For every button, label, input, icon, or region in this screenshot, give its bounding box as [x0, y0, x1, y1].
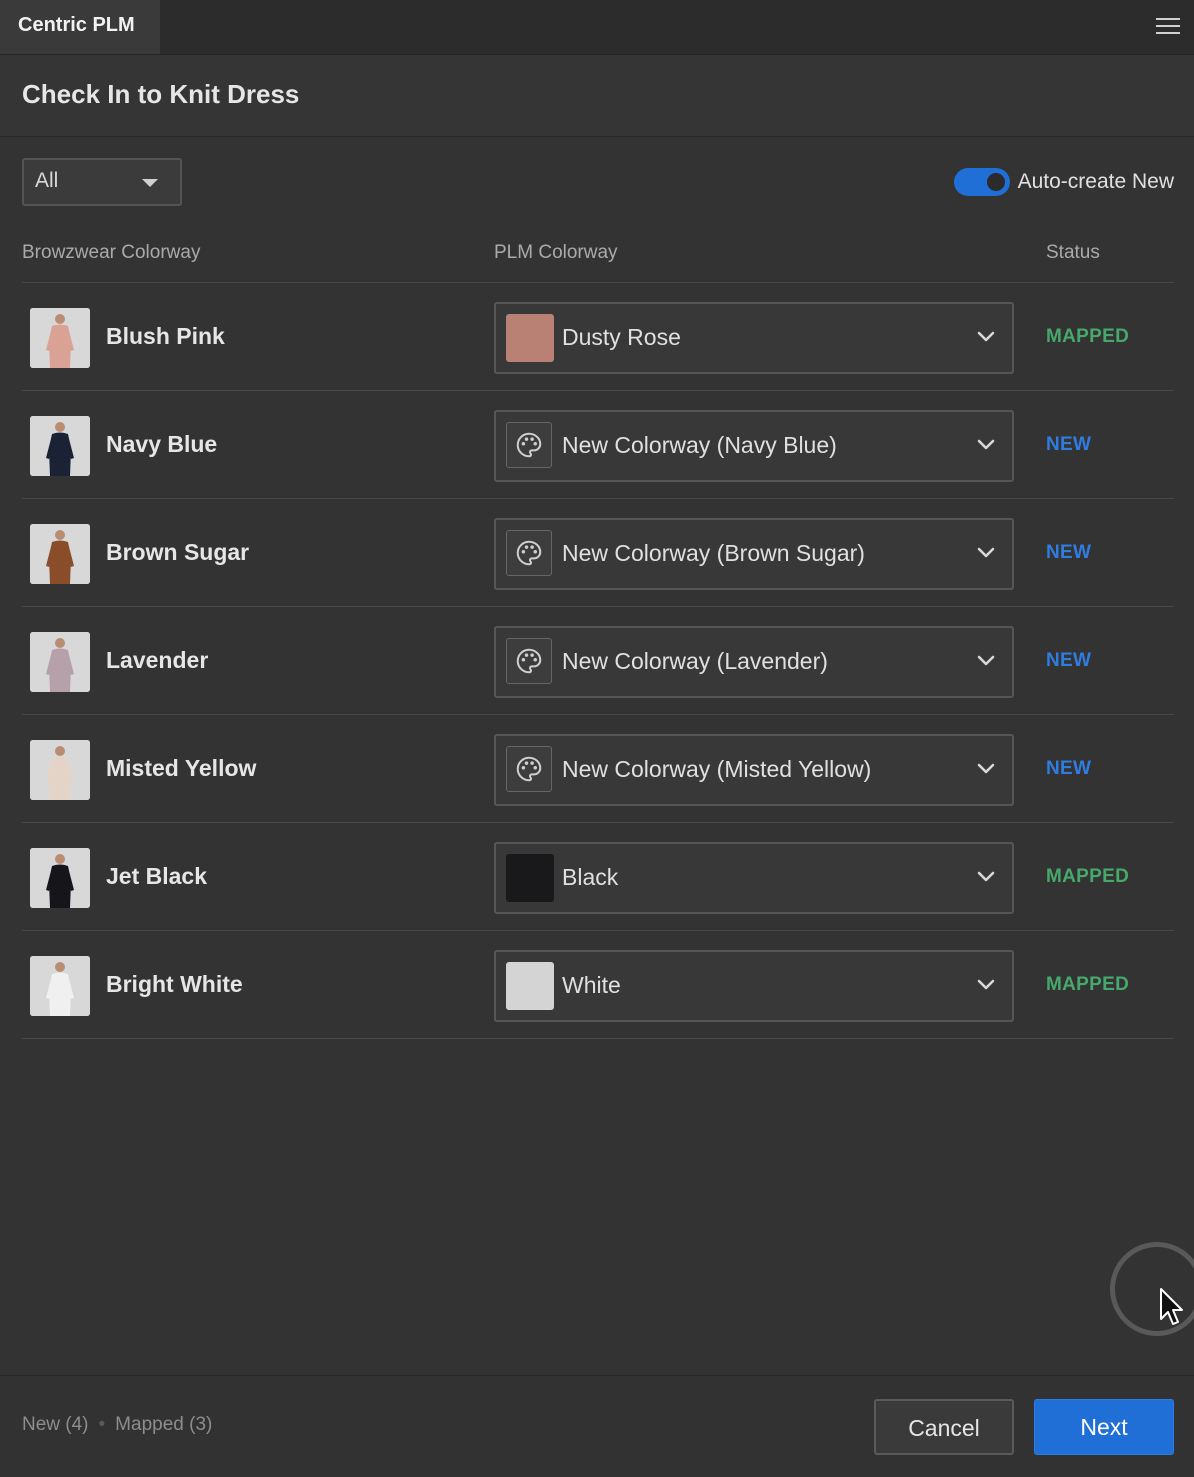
plm-colorway-value: New Colorway (Brown Sugar)	[562, 540, 865, 566]
plm-colorway-dropdown[interactable]: New Colorway (Navy Blue)	[494, 410, 1014, 482]
plm-colorway-value: New Colorway (Navy Blue)	[562, 432, 837, 458]
status-badge: MAPPED	[1046, 326, 1130, 347]
column-header-browzwear: Browzwear Colorway	[22, 242, 201, 263]
plm-colorway-value: Dusty Rose	[562, 324, 681, 350]
colorway-table: Blush Pink Dusty Rose MAPPED Navy Blue N…	[22, 283, 1174, 1039]
chevron-down-icon	[976, 654, 996, 668]
browzwear-colorway-name: Blush Pink	[106, 323, 225, 349]
dialog-footer: New (4) • Mapped (3) Cancel Next	[0, 1375, 1194, 1477]
table-row: Navy Blue New Colorway (Navy Blue) NEW	[22, 391, 1174, 499]
table-row: Lavender New Colorway (Lavender) NEW	[22, 607, 1174, 715]
auto-create-toggle[interactable]	[953, 168, 1010, 196]
auto-create-label: Auto-create New	[1017, 170, 1174, 193]
chevron-down-icon	[976, 330, 996, 344]
color-swatch	[506, 962, 554, 1010]
garment-thumbnail	[30, 848, 90, 908]
garment-thumbnail	[30, 632, 90, 692]
palette-icon	[506, 530, 552, 576]
status-badge: MAPPED	[1046, 974, 1130, 995]
new-count: New (4)	[22, 1414, 89, 1435]
page-title: Check In to Knit Dress	[22, 79, 300, 109]
browzwear-colorway-name: Misted Yellow	[106, 755, 257, 781]
browzwear-colorway-name: Jet Black	[106, 863, 208, 889]
mouse-cursor-icon	[1160, 1288, 1183, 1325]
status-badge: NEW	[1046, 650, 1092, 671]
filter-dropdown[interactable]: All	[22, 158, 182, 206]
plm-colorway-value: White	[562, 972, 621, 998]
garment-thumbnail	[30, 956, 90, 1016]
table-row: Blush Pink Dusty Rose MAPPED	[22, 283, 1174, 391]
status-badge: NEW	[1046, 758, 1092, 779]
chevron-down-icon	[976, 870, 996, 884]
app-tab[interactable]: Centric PLM	[0, 0, 160, 54]
top-bar: Centric PLM	[0, 0, 1194, 55]
table-row: Jet Black Black MAPPED	[22, 823, 1174, 931]
plm-colorway-value: New Colorway (Lavender)	[562, 648, 828, 674]
palette-icon	[506, 746, 552, 792]
toggle-knob	[986, 173, 1005, 191]
garment-thumbnail	[30, 308, 90, 368]
next-button[interactable]: Next	[1034, 1399, 1174, 1455]
chevron-down-icon	[976, 546, 996, 560]
column-header-status: Status	[1046, 242, 1100, 263]
garment-thumbnail	[30, 524, 90, 584]
summary-separator: •	[98, 1414, 106, 1435]
palette-icon	[506, 638, 552, 684]
plm-colorway-value: Black	[562, 864, 619, 890]
plm-colorway-dropdown[interactable]: White	[494, 950, 1014, 1022]
browzwear-colorway-name: Navy Blue	[106, 431, 218, 457]
plm-colorway-dropdown[interactable]: New Colorway (Brown Sugar)	[494, 518, 1014, 590]
filter-selected-value: All	[35, 169, 59, 192]
status-badge: NEW	[1046, 434, 1092, 455]
plm-colorway-value: New Colorway (Misted Yellow)	[562, 756, 872, 782]
color-swatch	[506, 854, 554, 902]
plm-colorway-dropdown[interactable]: New Colorway (Lavender)	[494, 626, 1014, 698]
plm-colorway-dropdown[interactable]: Black	[494, 842, 1014, 914]
column-header-plm: PLM Colorway	[494, 242, 618, 263]
dialog-header: Check In to Knit Dress	[0, 55, 1194, 137]
color-swatch	[506, 314, 554, 362]
chevron-down-icon	[976, 762, 996, 776]
chevron-down-icon	[976, 978, 996, 992]
status-badge: MAPPED	[1046, 866, 1130, 887]
browzwear-colorway-name: Lavender	[106, 647, 209, 673]
status-badge: NEW	[1046, 542, 1092, 563]
hamburger-menu-icon[interactable]	[1156, 16, 1180, 36]
plm-colorway-dropdown[interactable]: Dusty Rose	[494, 302, 1014, 374]
table-row: Misted Yellow New Colorway (Misted Yello…	[22, 715, 1174, 823]
summary: New (4) • Mapped (3)	[22, 1414, 212, 1436]
plm-colorway-dropdown[interactable]: New Colorway (Misted Yellow)	[494, 734, 1014, 806]
table-row: Bright White White MAPPED	[22, 931, 1174, 1039]
browzwear-colorway-name: Brown Sugar	[106, 539, 250, 565]
cancel-button[interactable]: Cancel	[874, 1399, 1014, 1455]
garment-thumbnail	[30, 740, 90, 800]
palette-icon	[506, 422, 552, 468]
caret-down-icon	[142, 179, 158, 187]
chevron-down-icon	[976, 438, 996, 452]
mapped-count: Mapped (3)	[115, 1414, 213, 1435]
browzwear-colorway-name: Bright White	[106, 971, 243, 997]
table-row: Brown Sugar New Colorway (Brown Sugar) N…	[22, 499, 1174, 607]
garment-thumbnail	[30, 416, 90, 476]
auto-create-control: Auto-create New	[953, 166, 1174, 198]
